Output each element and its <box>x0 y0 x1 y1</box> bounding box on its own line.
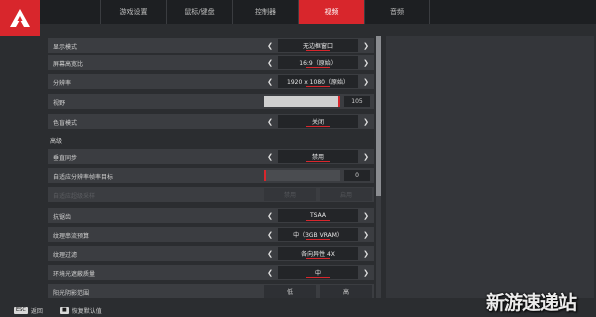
chevron-left-icon[interactable]: ❮ <box>264 56 276 69</box>
setting-ambient-occlusion: 环境光遮蔽质量 ❮ 中 ❯ <box>48 265 374 280</box>
setting-label: 抗锯齿 <box>53 214 72 221</box>
sun-shadow-toggle: 低 高 <box>264 285 372 298</box>
chevron-right-icon[interactable]: ❯ <box>360 39 372 52</box>
slider-fill <box>264 96 338 107</box>
slider-fill <box>264 170 266 181</box>
reset-label: 恢复默认值 <box>71 308 102 315</box>
reset-key-icon: ■ <box>60 307 69 314</box>
apex-logo-icon <box>10 9 30 27</box>
chevron-left-icon[interactable]: ❮ <box>264 75 276 88</box>
supersample-toggle: 禁用 启用 <box>264 188 372 201</box>
chevron-right-icon[interactable]: ❯ <box>360 56 372 69</box>
selected-value: 关闭 <box>278 115 358 128</box>
fov-slider[interactable] <box>264 96 340 107</box>
esc-key-icon: ESC <box>14 307 28 314</box>
back-hint[interactable]: ESC 返回 <box>14 306 43 315</box>
resolution-selector: ❮ 1920 x 1080（原始） ❯ <box>264 75 372 88</box>
setting-color-mode: 色盲模式 ❮ 关闭 ❯ <box>48 114 374 129</box>
adaptive-target-value[interactable]: 0 <box>344 170 370 181</box>
option-enabled[interactable]: 启用 <box>320 188 372 201</box>
tab-audio[interactable]: 音频 <box>364 0 430 24</box>
setting-resolution: 分辨率 ❮ 1920 x 1080（原始） ❯ <box>48 74 374 89</box>
apex-logo <box>0 0 40 36</box>
texture-filter-selector: ❮ 各向异性 4X ❯ <box>264 247 372 260</box>
display-mode-selector: ❮ 无边框窗口 ❯ <box>264 39 372 52</box>
setting-label: 色盲模式 <box>53 120 78 127</box>
selected-value: 禁用 <box>278 150 358 163</box>
setting-sun-shadow: 阳光阴影范围 低 高 <box>48 284 374 298</box>
setting-display-mode: 显示模式 ❮ 无边框窗口 ❯ <box>48 38 374 53</box>
chevron-left-icon[interactable]: ❮ <box>264 150 276 163</box>
settings-tabs: 游戏设置 鼠标/键盘 控制器 视频 音频 <box>100 0 430 24</box>
chevron-left-icon[interactable]: ❮ <box>264 228 276 241</box>
selected-value: 中 <box>278 266 358 279</box>
selected-value: 中（3GB VRAM） <box>278 228 358 241</box>
setting-antialiasing: 抗锯齿 ❮ TSAA ❯ <box>48 208 374 223</box>
setting-adaptive-supersample: 自适应超级采样 禁用 启用 <box>48 187 374 202</box>
fov-value[interactable]: 105 <box>344 96 370 107</box>
tab-video[interactable]: 视频 <box>298 0 364 24</box>
selected-value: 1920 x 1080（原始） <box>278 75 358 88</box>
setting-label: 自适应分辨率帧率目标 <box>53 174 114 181</box>
chevron-left-icon[interactable]: ❮ <box>264 247 276 260</box>
setting-vsync: 垂直同步 ❮ 禁用 ❯ <box>48 149 374 164</box>
slider-knob[interactable] <box>338 96 340 107</box>
top-nav-bar: 游戏设置 鼠标/键盘 控制器 视频 音频 <box>0 0 596 36</box>
setting-description-pane <box>386 36 594 298</box>
setting-texture-budget: 纹理串流预算 ❮ 中（3GB VRAM） ❯ <box>48 227 374 242</box>
chevron-right-icon[interactable]: ❯ <box>360 266 372 279</box>
tab-mouse-keyboard[interactable]: 鼠标/键盘 <box>166 0 232 24</box>
tab-gameplay[interactable]: 游戏设置 <box>100 0 166 24</box>
reset-defaults-hint[interactable]: ■ 恢复默认值 <box>60 306 102 315</box>
chevron-left-icon[interactable]: ❮ <box>264 39 276 52</box>
setting-label: 分辨率 <box>53 80 72 87</box>
chevron-right-icon[interactable]: ❯ <box>360 209 372 222</box>
setting-label: 自适应超级采样 <box>53 193 96 200</box>
back-label: 返回 <box>30 308 43 315</box>
chevron-left-icon[interactable]: ❮ <box>264 115 276 128</box>
chevron-right-icon[interactable]: ❯ <box>360 150 372 163</box>
option-disabled[interactable]: 禁用 <box>264 188 316 201</box>
setting-label: 显示模式 <box>53 44 78 51</box>
setting-fov: 视野 105 <box>48 94 374 109</box>
setting-label: 纹理串流预算 <box>53 233 90 240</box>
video-settings-panel: 显示模式 ❮ 无边框窗口 ❯ 屏幕高宽比 ❮ 16:9（原始） ❯ 分辨率 ❮ … <box>48 36 374 298</box>
watermark: 新游速递站 <box>486 292 577 314</box>
adaptive-target-slider[interactable] <box>264 170 340 181</box>
tab-controller[interactable]: 控制器 <box>232 0 298 24</box>
setting-label: 环境光遮蔽质量 <box>53 271 96 278</box>
selected-value: TSAA <box>278 209 358 222</box>
antialiasing-selector: ❮ TSAA ❯ <box>264 209 372 222</box>
setting-texture-filter: 纹理过滤 ❮ 各向异性 4X ❯ <box>48 246 374 261</box>
section-header-advanced: 高级 <box>50 138 63 145</box>
ambient-occlusion-selector: ❮ 中 ❯ <box>264 266 372 279</box>
option-low[interactable]: 低 <box>264 285 316 298</box>
selected-value: 各向异性 4X <box>278 247 358 260</box>
scrollbar-thumb[interactable] <box>376 36 381 196</box>
chevron-right-icon[interactable]: ❯ <box>360 75 372 88</box>
setting-adaptive-resolution-target: 自适应分辨率帧率目标 0 <box>48 168 374 183</box>
option-high[interactable]: 高 <box>320 285 372 298</box>
chevron-right-icon[interactable]: ❯ <box>360 247 372 260</box>
setting-label: 纹理过滤 <box>53 252 78 259</box>
setting-label: 阳光阴影范围 <box>53 290 90 297</box>
selected-value: 无边框窗口 <box>278 39 358 52</box>
aspect-ratio-selector: ❮ 16:9（原始） ❯ <box>264 56 372 69</box>
chevron-left-icon[interactable]: ❮ <box>264 266 276 279</box>
setting-label: 屏幕高宽比 <box>53 61 84 68</box>
setting-label: 垂直同步 <box>53 155 78 162</box>
color-mode-selector: ❮ 关闭 ❯ <box>264 115 372 128</box>
chevron-right-icon[interactable]: ❯ <box>360 115 372 128</box>
chevron-right-icon[interactable]: ❯ <box>360 228 372 241</box>
setting-label: 视野 <box>53 100 66 107</box>
selected-value: 16:9（原始） <box>278 56 358 69</box>
chevron-left-icon[interactable]: ❮ <box>264 209 276 222</box>
texture-budget-selector: ❮ 中（3GB VRAM） ❯ <box>264 228 372 241</box>
vsync-selector: ❮ 禁用 ❯ <box>264 150 372 163</box>
settings-scrollbar[interactable] <box>376 36 381 298</box>
setting-aspect-ratio: 屏幕高宽比 ❮ 16:9（原始） ❯ <box>48 55 374 70</box>
